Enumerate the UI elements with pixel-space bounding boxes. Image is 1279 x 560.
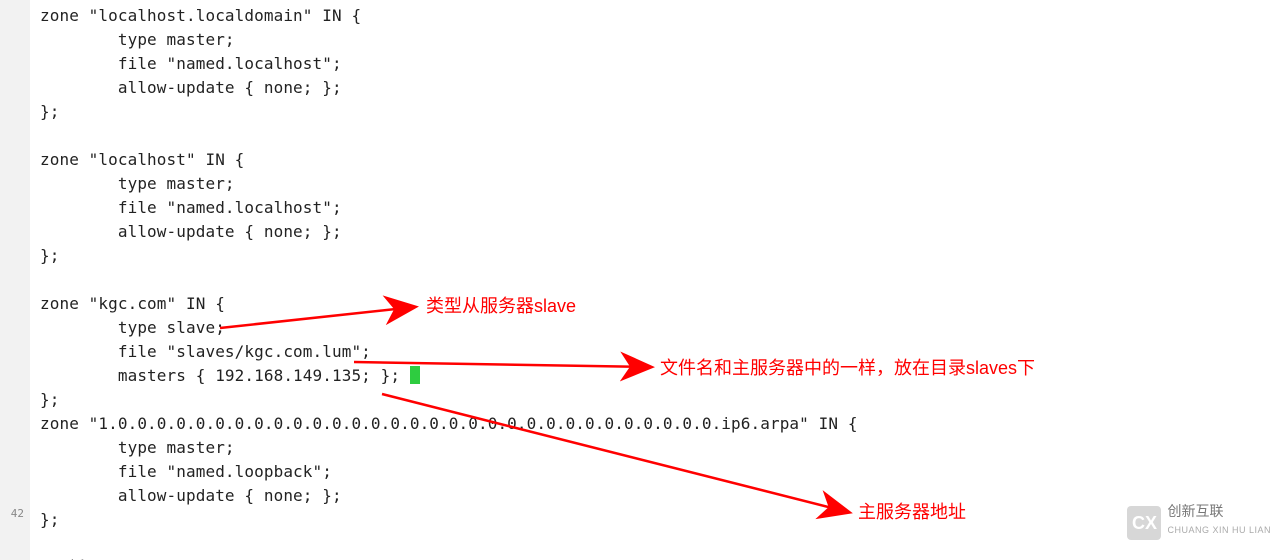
logo-text-cn: 创新互联 [1167,504,1271,518]
text-cursor [410,366,420,384]
code-line: type master; [40,28,858,52]
code-line: type master; [40,436,858,460]
logo-mark: CX [1127,506,1161,540]
code-line [40,268,858,292]
gutter-line-number: 42 [0,502,24,526]
line-gutter: 42 [0,0,30,560]
code-line: allow-update { none; }; [40,484,858,508]
watermark-logo: CX 创新互联 CHUANG XIN HU LIAN [1127,504,1271,542]
code-line: }; [40,508,858,532]
code-line: }; [40,244,858,268]
annotation-label: 类型从服务器slave [426,294,576,318]
code-line: zone "localhost" IN { [40,148,858,172]
code-block: zone "localhost.localdomain" IN { type m… [40,4,858,560]
annotation-label: 文件名和主服务器中的一样，放在目录slaves下 [660,356,1035,380]
code-line: type slave; [40,316,858,340]
code-line: file "named.localhost"; [40,52,858,76]
code-line: zone "1.0.0.0.0.0.0.0.0.0.0.0.0.0.0.0.0.… [40,412,858,436]
code-line: file "named.localhost"; [40,196,858,220]
code-line [40,124,858,148]
annotation-label: 主服务器地址 [858,500,966,524]
logo-text-en: CHUANG XIN HU LIAN [1167,518,1271,542]
code-line: file "named.loopback"; [40,460,858,484]
code-line: }; [40,388,858,412]
code-line: }; [40,100,858,124]
code-line: type master; [40,172,858,196]
code-line: allow-update { none; }; [40,76,858,100]
code-line: allow-update { none; }; [40,220,858,244]
code-line [40,532,858,556]
code-line: zone "localhost.localdomain" IN { [40,4,858,28]
code-line: -- 插入 -- [40,556,858,560]
